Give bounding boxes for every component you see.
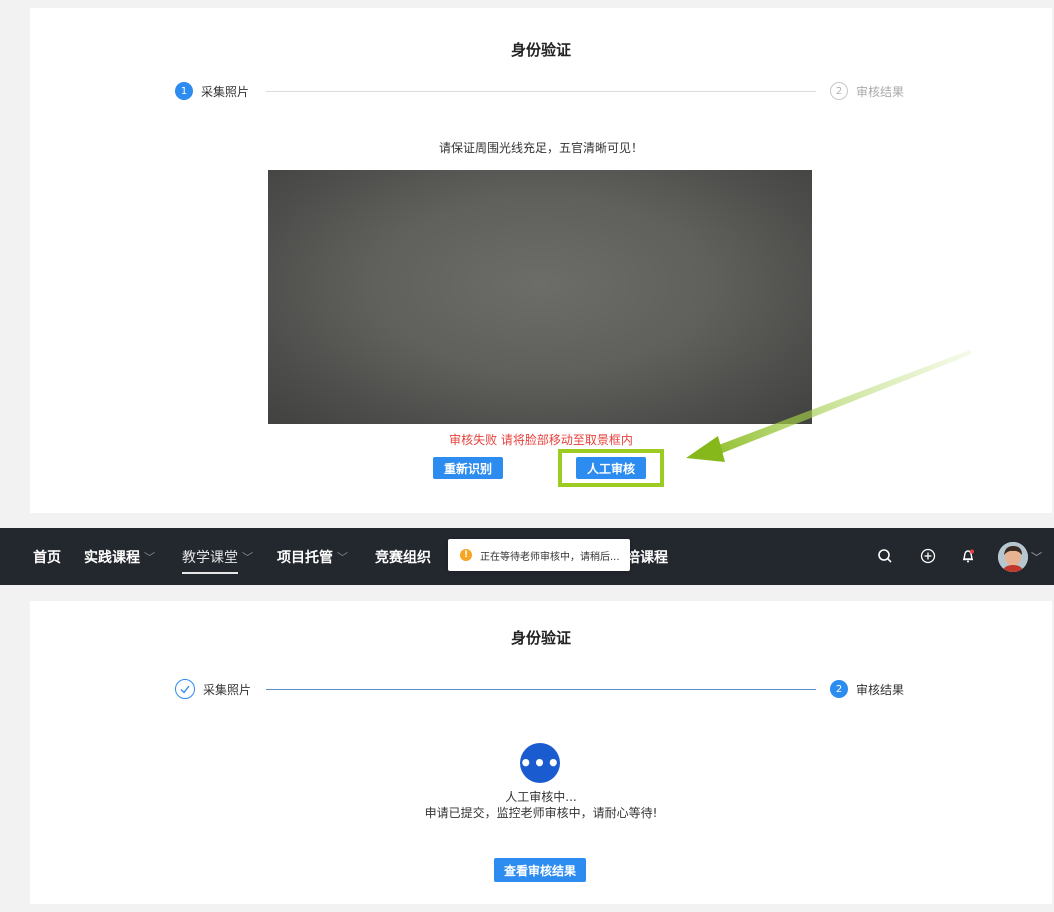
top-navbar: 首页 实践课程 ﹀ 教学课堂 ﹀ 项目托管 ﹀ 竞赛组织 培课程 ! 正在等待老…: [0, 528, 1054, 585]
verification-panel-result: 身份验证 采集照片 2 审核结果 ••• 人工审核中... 申请已提交，监控老师…: [30, 601, 1052, 904]
step-label: 采集照片: [203, 682, 252, 697]
nav-item-competition[interactable]: 竞赛组织: [375, 528, 431, 585]
step-capture-photo: 1 采集照片: [175, 82, 249, 100]
pending-dots-icon: •••: [519, 743, 560, 783]
retry-recognition-button[interactable]: 重新识别: [433, 457, 503, 479]
nav-item-label: 竞赛组织: [375, 549, 431, 566]
nav-item-teaching-classroom[interactable]: 教学课堂 ﹀: [182, 528, 253, 585]
user-menu[interactable]: ﹀: [998, 542, 1042, 572]
search-icon[interactable]: [872, 543, 898, 569]
chevron-down-icon: ﹀: [144, 550, 155, 564]
nav-item-label: 培课程: [626, 549, 668, 566]
nav-item-label: 教学课堂: [182, 549, 238, 566]
step-capture-photo: 采集照片: [175, 679, 251, 699]
chevron-down-icon: ﹀: [1031, 551, 1042, 564]
step-connector: [266, 689, 816, 690]
chevron-down-icon: ﹀: [337, 550, 348, 564]
step-label: 审核结果: [856, 84, 905, 99]
toast-message: 正在等待老师审核中，请稍后...: [480, 551, 620, 563]
verification-panel-capture: 身份验证 1 采集照片 2 审核结果 请保证周围光线充足，五官清晰可见！ 审核失…: [30, 8, 1052, 513]
page-title: 身份验证: [510, 629, 571, 647]
chevron-down-icon: ﹀: [242, 550, 253, 564]
active-tab-indicator: [182, 572, 238, 574]
nav-item-label: 首页: [33, 549, 61, 566]
status-title: 人工审核中...: [505, 790, 577, 804]
status-description: 申请已提交，监控老师审核中，请耐心等待!: [424, 806, 658, 820]
add-circle-icon[interactable]: [915, 543, 941, 569]
step-review-result: 2 审核结果: [830, 680, 904, 698]
page-title: 身份验证: [510, 41, 571, 59]
error-message: 审核失败 请将脸部移动至取景框内: [449, 433, 633, 447]
nav-item-home[interactable]: 首页: [33, 528, 61, 585]
check-icon: [175, 679, 195, 699]
nav-item-project-hosting[interactable]: 项目托管 ﹀: [277, 528, 348, 585]
camera-preview: [268, 170, 812, 424]
manual-review-button[interactable]: 人工审核: [576, 457, 646, 479]
nav-item-label: 实践课程: [84, 549, 140, 566]
waiting-toast: ! 正在等待老师审核中，请稍后...: [448, 539, 630, 571]
step-number-badge: 2: [830, 82, 848, 100]
bell-icon[interactable]: [955, 543, 981, 569]
step-number-badge: 2: [830, 680, 848, 698]
nav-item-label: 项目托管: [277, 549, 333, 566]
warning-icon: !: [460, 549, 472, 561]
avatar: [998, 542, 1028, 572]
step-label: 审核结果: [856, 682, 905, 697]
nav-item-practice-courses[interactable]: 实践课程 ﹀: [84, 528, 155, 585]
lighting-hint: 请保证周围光线充足，五官清晰可见！: [438, 141, 643, 155]
step-number-badge: 1: [175, 82, 193, 100]
view-result-button[interactable]: 查看审核结果: [494, 858, 586, 882]
nav-item-training-courses[interactable]: 培课程: [626, 528, 668, 585]
step-review-result: 2 审核结果: [830, 82, 904, 100]
step-connector: [266, 91, 816, 92]
step-label: 采集照片: [201, 84, 250, 99]
